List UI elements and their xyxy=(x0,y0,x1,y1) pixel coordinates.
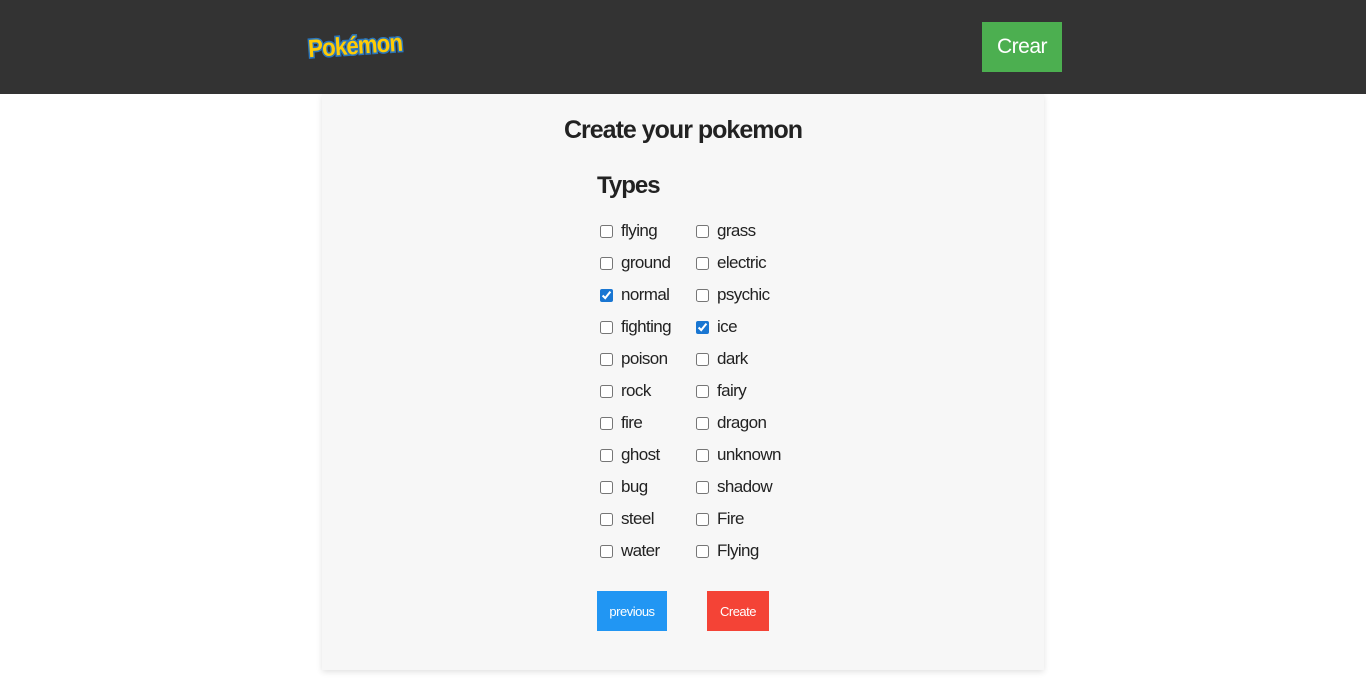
type-checkbox[interactable] xyxy=(600,416,613,430)
type-checkbox[interactable] xyxy=(696,384,709,398)
type-checkbox[interactable] xyxy=(600,288,613,302)
type-option[interactable]: dragon xyxy=(696,407,767,439)
type-checkbox[interactable] xyxy=(600,256,613,270)
type-checkbox[interactable] xyxy=(696,256,709,270)
type-label: steel xyxy=(621,509,655,528)
type-option[interactable]: psychic xyxy=(696,279,770,311)
type-label: flying xyxy=(621,221,658,240)
type-label: electric xyxy=(717,253,767,272)
type-label: normal xyxy=(621,285,670,304)
type-checkbox[interactable] xyxy=(696,288,709,302)
type-checkbox[interactable] xyxy=(600,352,613,366)
type-checkbox[interactable] xyxy=(600,480,613,494)
type-checkbox[interactable] xyxy=(600,544,613,558)
type-label: water xyxy=(621,541,660,560)
type-checkbox[interactable] xyxy=(600,224,613,238)
type-option[interactable]: steel xyxy=(600,503,655,535)
type-option[interactable]: ghost xyxy=(600,439,660,471)
type-checkbox[interactable] xyxy=(696,512,709,526)
type-label: dragon xyxy=(717,413,767,432)
types-heading: Types xyxy=(597,172,661,199)
type-label: Fire xyxy=(717,509,744,528)
type-label: fire xyxy=(621,413,643,432)
pokemon-logo-text: Pokémon xyxy=(307,29,403,63)
type-option[interactable]: unknown xyxy=(696,439,781,471)
type-label: rock xyxy=(621,381,651,400)
type-checkbox[interactable] xyxy=(696,480,709,494)
type-checkbox[interactable] xyxy=(696,352,709,366)
type-option[interactable]: electric xyxy=(696,247,767,279)
pokemon-logo[interactable]: Pokémon xyxy=(305,26,405,64)
type-option[interactable]: rock xyxy=(600,375,651,407)
type-option[interactable]: shadow xyxy=(696,471,773,503)
type-option[interactable]: dark xyxy=(696,343,748,375)
type-label: ice xyxy=(717,317,738,336)
type-option[interactable]: fairy xyxy=(696,375,747,407)
type-option[interactable]: water xyxy=(600,535,660,567)
type-label: ghost xyxy=(621,445,660,464)
type-option[interactable]: fire xyxy=(600,407,643,439)
type-checkbox[interactable] xyxy=(600,384,613,398)
type-option[interactable]: ground xyxy=(600,247,671,279)
type-option[interactable]: Flying xyxy=(696,535,759,567)
type-checkbox[interactable] xyxy=(696,448,709,462)
type-label: psychic xyxy=(717,285,770,304)
type-label: ground xyxy=(621,253,671,272)
type-checkbox[interactable] xyxy=(600,448,613,462)
crear-button[interactable]: Crear xyxy=(982,22,1062,72)
type-label: dark xyxy=(717,349,748,368)
type-checkbox[interactable] xyxy=(600,320,613,334)
type-checkbox[interactable] xyxy=(696,224,709,238)
type-checkbox[interactable] xyxy=(696,416,709,430)
type-option[interactable]: ice xyxy=(696,311,738,343)
type-label: fighting xyxy=(621,317,672,336)
create-pokemon-card: Create your pokemon Types flying grass g… xyxy=(322,94,1044,670)
type-label: poison xyxy=(621,349,668,368)
type-option[interactable]: fighting xyxy=(600,311,672,343)
type-checkbox[interactable] xyxy=(696,320,709,334)
type-label: Flying xyxy=(717,541,759,560)
type-option[interactable]: normal xyxy=(600,279,670,311)
type-label: bug xyxy=(621,477,648,496)
type-label: unknown xyxy=(717,445,781,464)
type-label: grass xyxy=(717,221,756,240)
type-checkbox[interactable] xyxy=(600,512,613,526)
type-checkbox[interactable] xyxy=(696,544,709,558)
type-label: shadow xyxy=(717,477,773,496)
previous-button[interactable]: previous xyxy=(597,591,667,631)
page-title: Create your pokemon xyxy=(563,116,803,144)
type-label: fairy xyxy=(717,381,747,400)
create-button[interactable]: Create xyxy=(707,591,769,631)
type-option[interactable]: bug xyxy=(600,471,648,503)
navbar: Pokémon Crear xyxy=(0,0,1366,94)
type-option[interactable]: grass xyxy=(696,215,756,247)
type-option[interactable]: Fire xyxy=(696,503,744,535)
type-option[interactable]: flying xyxy=(600,215,658,247)
type-option[interactable]: poison xyxy=(600,343,668,375)
